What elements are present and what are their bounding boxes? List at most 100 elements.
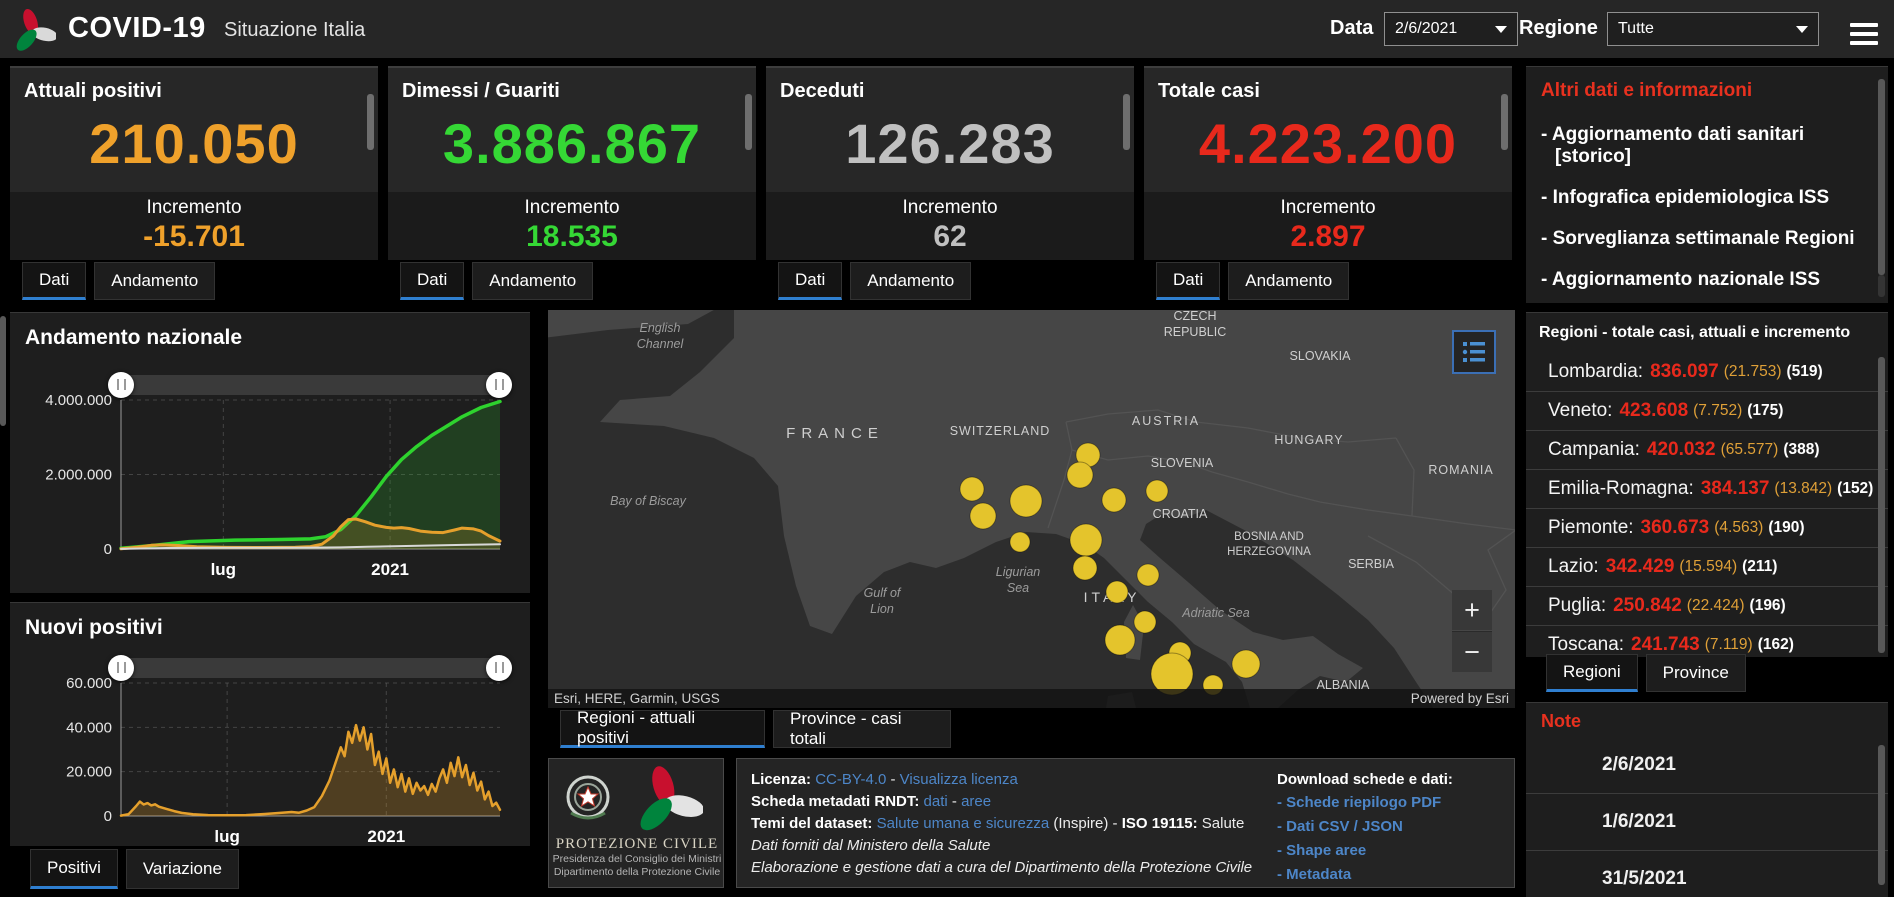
panel-andamento-nazionale: Andamento nazionale 4.000.0002.000.0000l… <box>10 312 530 593</box>
region-row-campania[interactable]: Campania:420.032(65.577)(388) <box>1526 431 1888 470</box>
increment-label: Incremento <box>388 197 756 219</box>
download-link-0[interactable]: - Schede riepilogo PDF <box>1277 791 1453 815</box>
page-scrollbar[interactable] <box>0 316 6 426</box>
y-tick-label: 60.000 <box>66 675 112 692</box>
cc-by-link[interactable]: CC-BY-4.0 <box>815 771 886 788</box>
card-scrollbar[interactable] <box>745 94 752 150</box>
tab-dati[interactable]: Dati <box>22 262 86 300</box>
region-row-puglia[interactable]: Puglia:250.842(22.424)(196) <box>1526 587 1888 626</box>
altri-dati-link-0[interactable]: - Aggiornamento dati sanitari [storico] <box>1541 124 1861 168</box>
card-value: 126.283 <box>766 111 1134 176</box>
download-link-1[interactable]: - Dati CSV / JSON <box>1277 815 1453 839</box>
map-region-bubble[interactable] <box>1105 625 1135 655</box>
map-label: Adriatic Sea <box>1181 606 1249 620</box>
card-value: 210.050 <box>10 111 378 176</box>
card-title: Totale casi <box>1144 68 1512 103</box>
panel-scrollbar[interactable] <box>1878 79 1885 275</box>
map-region-bubble[interactable] <box>1102 488 1126 512</box>
region-select[interactable]: Tutte <box>1607 12 1819 46</box>
tab-andamento[interactable]: Andamento <box>1228 262 1349 300</box>
tab-regioni-attuali-positivi[interactable]: Regioni - attuali positivi <box>560 710 765 748</box>
europe-map[interactable]: EnglishChannelCZECHREPUBLICSLOVAKIAFRANC… <box>548 310 1515 708</box>
y-tick-label: 0 <box>104 541 112 558</box>
download-link-3[interactable]: - Metadata <box>1277 863 1453 887</box>
increment-value: 18.535 <box>388 220 756 254</box>
card-value: 3.886.867 <box>388 111 756 176</box>
download-link-2[interactable]: - Shape aree <box>1277 839 1453 863</box>
tab-province-casi-totali[interactable]: Province - casi totali <box>773 710 951 748</box>
card-title: Attuali positivi <box>10 68 378 103</box>
tab-dati[interactable]: Dati <box>778 262 842 300</box>
card-scrollbar[interactable] <box>1501 94 1508 150</box>
y-tick-label: 2.000.000 <box>45 467 112 484</box>
map-region-bubble[interactable] <box>1134 611 1156 633</box>
header-bar: COVID-19 Situazione Italia Data 2/6/2021… <box>0 0 1894 58</box>
tab-province[interactable]: Province <box>1646 654 1746 692</box>
tab-dati[interactable]: Dati <box>1156 262 1220 300</box>
org-sub2: Dipartimento della Protezione Civile <box>549 866 725 879</box>
card-tabs: DatiAndamento <box>778 262 971 300</box>
map-attribution: Esri, HERE, Garmin, USGS <box>554 691 720 706</box>
y-tick-label: 40.000 <box>66 719 112 736</box>
metadata-line: Scheda metadati RNDT: dati - aree <box>751 791 1252 813</box>
card-scrollbar[interactable] <box>1123 94 1130 150</box>
map-region-bubble[interactable] <box>1067 462 1093 488</box>
tab-andamento[interactable]: Andamento <box>850 262 971 300</box>
region-row-lazio[interactable]: Lazio:342.429(15.594)(211) <box>1526 548 1888 587</box>
region-row-emilia-romagna[interactable]: Emilia-Romagna:384.137(13.842)(152) <box>1526 470 1888 509</box>
map-region-bubble[interactable] <box>1146 480 1168 502</box>
date-select[interactable]: 2/6/2021 <box>1384 12 1518 46</box>
zoom-in-button[interactable]: + <box>1452 590 1492 630</box>
altri-dati-link-3[interactable]: - Aggiornamento nazionale ISS <box>1541 269 1861 291</box>
tab-regioni[interactable]: Regioni <box>1546 654 1638 692</box>
x-tick-label: lug <box>214 827 240 846</box>
dati-link[interactable]: dati <box>924 793 948 810</box>
region-row-lombardia[interactable]: Lombardia:836.097(21.753)(519) <box>1526 353 1888 392</box>
map-tabs: Regioni - attuali positivi Province - ca… <box>560 710 951 748</box>
region-row-piemonte[interactable]: Piemonte:360.673(4.563)(190) <box>1526 509 1888 548</box>
altri-dati-link-1[interactable]: - Infografica epidemiologica ISS <box>1541 187 1861 209</box>
map-label: SLOVAKIA <box>1290 349 1352 363</box>
map-region-bubble[interactable] <box>1010 485 1042 517</box>
map-region-bubble[interactable] <box>1010 532 1030 552</box>
increment-value: 62 <box>766 220 1134 254</box>
legend-button[interactable] <box>1452 330 1496 374</box>
x-tick-label: 2021 <box>367 827 405 846</box>
map-region-bubble[interactable] <box>1073 556 1097 580</box>
tab-dati[interactable]: Dati <box>400 262 464 300</box>
tab-andamento[interactable]: Andamento <box>472 262 593 300</box>
salute-umana-link[interactable]: Salute umana e sicurezza <box>877 815 1050 832</box>
card-scrollbar[interactable] <box>367 94 374 150</box>
map-region-bubble[interactable] <box>960 477 984 501</box>
panel-scrollbar[interactable] <box>1878 745 1885 885</box>
nuovi-positivi-chart: 60.00040.00020.0000lug2021 <box>10 603 530 846</box>
panel-scrollbar[interactable] <box>1878 357 1885 653</box>
andamento-nazionale-chart: 4.000.0002.000.0000lug2021 <box>10 313 530 593</box>
tab-andamento[interactable]: Andamento <box>94 262 215 300</box>
map-region-bubble[interactable] <box>1106 581 1128 603</box>
region-row-toscana[interactable]: Toscana:241.743(7.119)(162) <box>1526 626 1888 657</box>
tab-variazione[interactable]: Variazione <box>126 849 239 889</box>
card-title: Deceduti <box>766 68 1134 103</box>
map-label: SLOVENIA <box>1151 456 1214 470</box>
map-region-bubble[interactable] <box>1070 524 1102 556</box>
panel-regioni: Regioni - totale casi, attuali e increme… <box>1526 312 1888 657</box>
elaborazione-line: Elaborazione e gestione dati a cura del … <box>751 857 1252 879</box>
aree-link[interactable]: aree <box>961 793 991 810</box>
map-region-bubble[interactable] <box>970 503 996 529</box>
visualizza-licenza-link[interactable]: Visualizza licenza <box>900 771 1018 788</box>
zoom-out-button[interactable]: − <box>1452 631 1492 672</box>
card-value: 4.223.200 <box>1144 111 1512 176</box>
map-region-bubble[interactable] <box>1232 650 1260 678</box>
altri-dati-link-2[interactable]: - Sorveglianza settimanale Regioni <box>1541 228 1861 250</box>
tab-positivi[interactable]: Positivi <box>30 849 118 889</box>
menu-icon[interactable] <box>1850 18 1878 50</box>
panel-altri-dati: Altri dati e informazioni - Aggiornament… <box>1526 66 1888 303</box>
x-tick-label: 2021 <box>371 560 409 579</box>
chevron-down-icon <box>1495 26 1507 33</box>
region-row-veneto[interactable]: Veneto:423.608(7.752)(175) <box>1526 392 1888 431</box>
map-label: Ligurian <box>996 565 1041 579</box>
panel-note: Note 2/6/20211/6/202131/5/2021 <box>1526 702 1888 897</box>
altri-dati-title: Altri dati e informazioni <box>1526 67 1888 102</box>
map-region-bubble[interactable] <box>1137 564 1159 586</box>
